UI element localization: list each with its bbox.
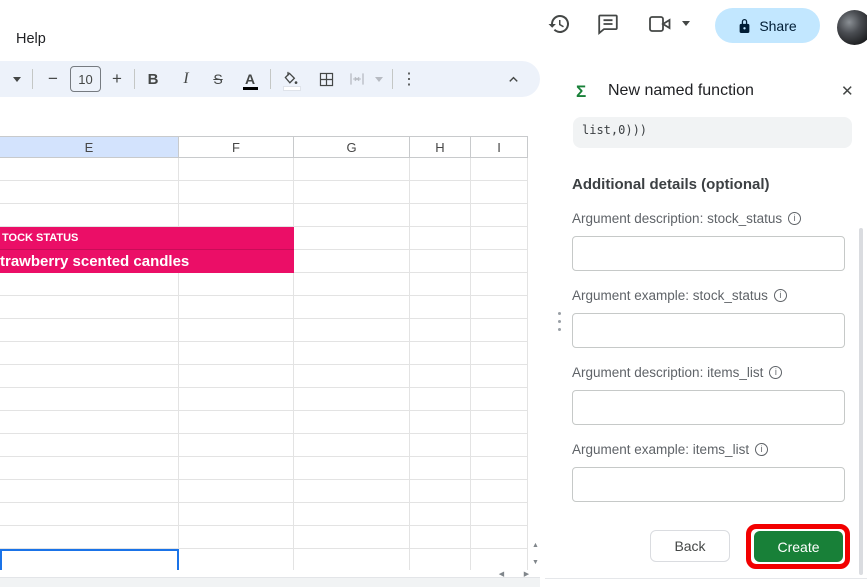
back-button[interactable]: Back [650,530,730,562]
panel-scrollbar[interactable] [859,228,863,575]
google-sheets-window: { "menu": { "help": "Help" }, "topbar": … [0,0,867,586]
cell-strawberry-candles[interactable]: trawberry scented candles [0,250,294,273]
strikethrough-button[interactable]: S [210,68,226,90]
share-button[interactable]: Share [715,8,820,43]
column-header-e[interactable]: E [0,136,179,158]
toolbar-separator [392,69,393,89]
named-function-sigma-icon: Σ [576,82,586,102]
scroll-down-icon[interactable]: ▼ [528,559,543,566]
field-label-arg-example-stock-status: Argument example: stock_status i [572,288,787,303]
increase-font-size-button[interactable]: + [109,68,125,90]
column-header-g[interactable]: G [294,136,410,158]
arg-example-items-list-input[interactable] [572,467,845,502]
merge-cells-button[interactable] [347,68,367,90]
panel-resize-handle[interactable] [558,312,561,331]
italic-button[interactable]: I [178,68,194,90]
arg-description-items-list-input[interactable] [572,390,845,425]
field-label-text: Argument description: items_list [572,365,763,380]
share-label: Share [759,18,796,34]
field-label-text: Argument example: stock_status [572,288,768,303]
bold-button[interactable]: B [145,68,161,90]
highlighted-cells[interactable]: TOCK STATUS trawberry scented candles [0,227,294,273]
fill-color-swatch [283,86,301,91]
column-header-h[interactable]: H [410,136,471,158]
video-call-caret-icon[interactable] [682,21,690,26]
active-cell-selection[interactable] [0,549,179,570]
spreadsheet-grid: E F G H I TOCK STATUS trawberry scented … [0,136,528,570]
info-icon[interactable]: i [769,366,782,379]
panel-footer-divider [545,578,867,579]
column-header-row: E F G H I [0,136,528,158]
toolbar-separator [134,69,135,89]
arg-description-stock-status-input[interactable] [572,236,845,271]
column-header-f[interactable]: F [179,136,294,158]
gridline [409,158,410,570]
merge-cells-caret-icon[interactable] [372,68,386,90]
gridline [293,158,294,570]
borders-button[interactable] [316,68,336,90]
close-panel-icon[interactable]: ✕ [841,82,854,100]
toolbar-separator [32,69,33,89]
gridline [470,158,471,570]
text-color-swatch [243,87,258,90]
toolbar-separator [270,69,271,89]
menu-help[interactable]: Help [16,31,46,47]
hide-menus-chevron-icon[interactable] [504,68,522,90]
field-label-text: Argument description: stock_status [572,211,782,226]
comment-icon[interactable] [596,12,620,36]
formula-preview: list,0))) [573,117,852,148]
additional-details-heading: Additional details (optional) [572,176,770,193]
more-toolbar-options-button[interactable]: ⋮ [401,68,417,90]
info-icon[interactable]: i [788,212,801,225]
version-history-icon[interactable] [547,12,571,36]
gridline [178,158,179,570]
panel-title: New named function [608,82,754,100]
toolbar-dropdown-caret-icon[interactable] [8,68,26,90]
video-call-icon[interactable] [648,13,672,37]
field-label-arg-example-items-list: Argument example: items_list i [572,442,768,457]
lock-icon [738,18,751,34]
info-icon[interactable]: i [755,443,768,456]
field-label-arg-description-items-list: Argument description: items_list i [572,365,782,380]
field-label-arg-description-stock-status: Argument description: stock_status i [572,211,801,226]
cell-stock-status[interactable]: TOCK STATUS [0,227,294,250]
account-avatar[interactable] [837,10,867,45]
vertical-scrollbar[interactable]: ▲ ▼ [528,136,543,570]
scroll-up-icon[interactable]: ▲ [528,542,543,549]
info-icon[interactable]: i [774,289,787,302]
arg-example-stock-status-input[interactable] [572,313,845,348]
grid-cells[interactable] [0,158,528,570]
field-label-text: Argument example: items_list [572,442,749,457]
create-button[interactable]: Create [754,531,843,562]
decrease-font-size-button[interactable]: − [45,68,61,90]
font-size-input[interactable]: 10 [70,66,101,92]
column-header-i[interactable]: I [471,136,528,158]
